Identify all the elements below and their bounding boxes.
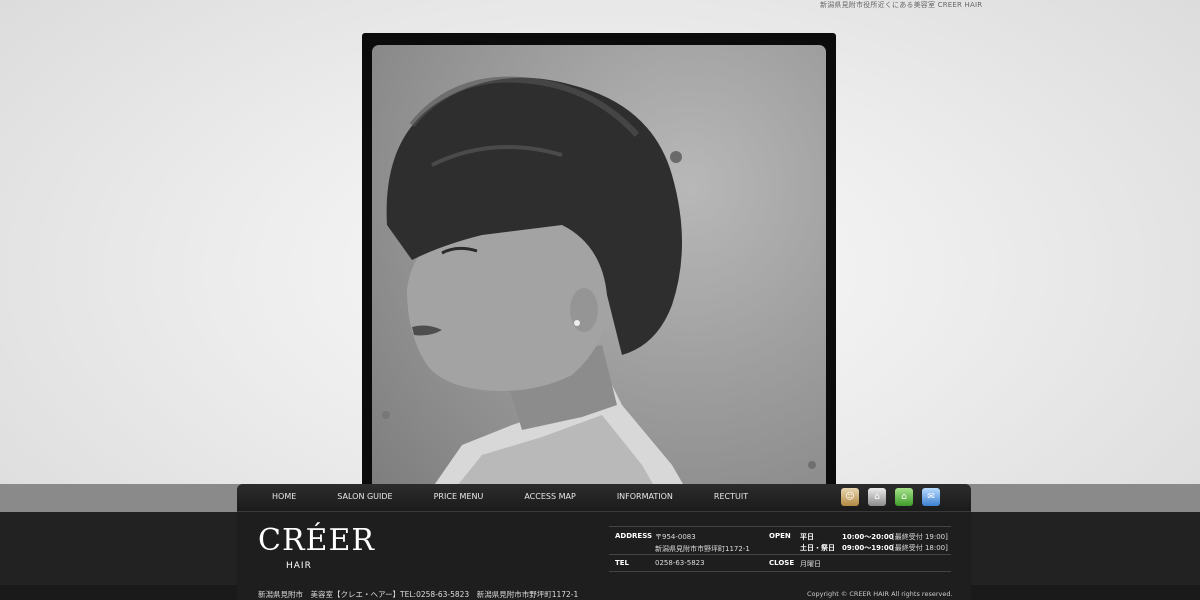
site-tagline: 新潟県見附市役所近くにある美容室 CREER HAIR <box>820 1 983 9</box>
nav-list: HOME SALON GUIDE PRICE MENU ACCESS MAP I… <box>272 492 789 501</box>
footer-address: 新潟県見附市 美容室【クレエ・ヘアー】TEL:0258-63-5823 新潟県見… <box>258 590 579 599</box>
nav-salon-guide[interactable]: SALON GUIDE <box>337 492 392 501</box>
weekend-label: 土日・祭日 <box>800 544 835 552</box>
green-home-icon[interactable]: ⌂ <box>895 488 913 506</box>
weekday-label: 平日 <box>800 533 814 541</box>
brand-logo[interactable]: CRÉER <box>258 526 375 556</box>
open-label: OPEN <box>769 532 791 540</box>
postal-code: 〒954-0083 <box>655 533 696 541</box>
main-nav: HOME SALON GUIDE PRICE MENU ACCESS MAP I… <box>237 484 971 512</box>
nav-price-menu[interactable]: PRICE MENU <box>434 492 484 501</box>
weekday-last: [最終受付 19:00] <box>892 533 948 541</box>
nav-recruit[interactable]: RECTUIT <box>714 492 748 501</box>
photo-frame <box>362 33 836 523</box>
nav-home[interactable]: HOME <box>272 492 296 501</box>
tel-value[interactable]: 0258-63-5823 <box>655 559 705 567</box>
weekend-last: [最終受付 18:00] <box>892 544 948 552</box>
address-label: ADDRESS <box>615 532 652 540</box>
tel-label: TEL <box>615 559 630 567</box>
info-divider <box>609 571 951 572</box>
footer-panel: HOME SALON GUIDE PRICE MENU ACCESS MAP I… <box>237 484 971 600</box>
weekend-hours: 09:00〜19:00 <box>842 544 894 552</box>
mail-icon[interactable]: ✉ <box>922 488 940 506</box>
social-icons: ☺ ⌂ ⌂ ✉ <box>841 488 949 506</box>
close-label: CLOSE <box>769 559 795 567</box>
nav-access-map[interactable]: ACCESS MAP <box>524 492 575 501</box>
home-icon[interactable]: ⌂ <box>868 488 886 506</box>
nav-information[interactable]: INFORMATION <box>617 492 673 501</box>
weekday-hours: 10:00〜20:00 <box>842 533 894 541</box>
hero-photo <box>372 45 826 517</box>
ameblo-icon[interactable]: ☺ <box>841 488 859 506</box>
copyright: Copyright © CREER HAIR All rights reserv… <box>807 590 953 598</box>
brand-sub: HAIR <box>286 561 312 571</box>
address-value: 新潟県見附市市野坪町1172-1 <box>655 545 750 553</box>
info-row-tel: TEL 0258-63-5823 CLOSE 月曜日 <box>609 554 951 571</box>
portrait-illustration <box>382 76 816 517</box>
close-value: 月曜日 <box>800 560 821 568</box>
